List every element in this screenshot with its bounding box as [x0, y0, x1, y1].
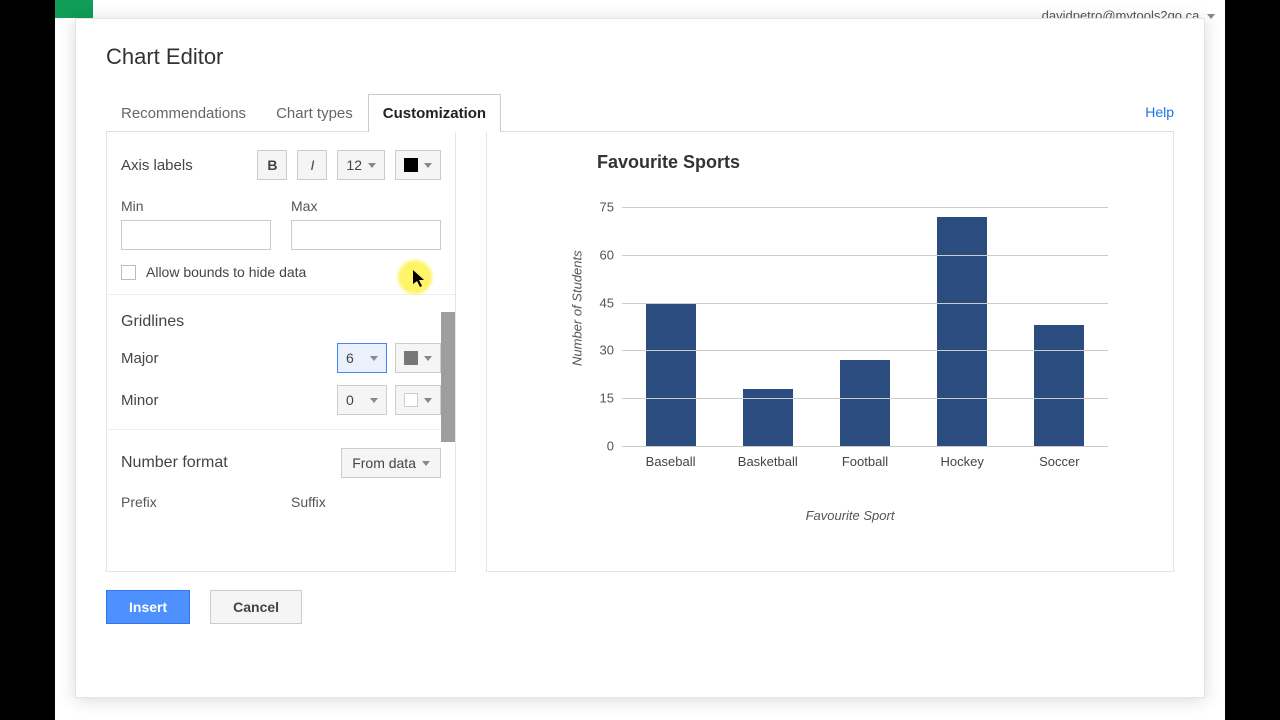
tabs: Recommendations Chart types Customizatio…: [106, 94, 1174, 132]
min-input[interactable]: [121, 220, 271, 250]
y-tick-label: 30: [600, 343, 622, 358]
chart-editor-dialog: Chart Editor Recommendations Chart types…: [75, 18, 1205, 698]
gridlines-heading: Gridlines: [121, 313, 441, 331]
chart-title: Favourite Sports: [597, 152, 1143, 173]
min-label: Min: [121, 198, 271, 214]
chart-preview: Favourite Sports Number of Students Base…: [486, 132, 1174, 572]
italic-button[interactable]: I: [297, 150, 327, 180]
y-axis-label: Number of Students: [570, 250, 585, 366]
plot-area: BaseballBasketballFootballHockeySoccer 0…: [622, 207, 1108, 446]
chevron-down-icon: [422, 461, 430, 466]
x-tick-label: Baseball: [636, 454, 706, 469]
major-color-select[interactable]: [395, 343, 441, 373]
x-tick-label: Soccer: [1024, 454, 1094, 469]
y-tick-label: 15: [600, 391, 622, 406]
major-count-value: 6: [346, 350, 354, 366]
dialog-title: Chart Editor: [106, 44, 1174, 70]
allow-bounds-label: Allow bounds to hide data: [146, 264, 306, 280]
minor-count-value: 0: [346, 392, 354, 408]
bar: [1034, 325, 1084, 446]
app-brand-corner: [55, 0, 93, 18]
color-swatch-icon: [404, 393, 418, 407]
y-tick-label: 45: [600, 295, 622, 310]
chevron-down-icon: [370, 356, 378, 361]
cancel-button[interactable]: Cancel: [210, 590, 302, 624]
y-tick-label: 75: [600, 200, 622, 215]
allow-bounds-checkbox[interactable]: [121, 265, 136, 280]
bar: [937, 217, 987, 446]
axis-labels-heading: Axis labels: [121, 157, 247, 174]
major-label: Major: [121, 350, 159, 367]
font-size-select[interactable]: 12: [337, 150, 385, 180]
x-tick-label: Basketball: [733, 454, 803, 469]
gridline: [622, 398, 1108, 399]
y-tick-label: 60: [600, 247, 622, 262]
gridline: [622, 255, 1108, 256]
prefix-label: Prefix: [121, 494, 271, 510]
number-format-heading: Number format: [121, 454, 228, 472]
chevron-down-icon: [370, 398, 378, 403]
insert-button[interactable]: Insert: [106, 590, 190, 624]
chevron-down-icon: [1207, 14, 1215, 19]
bar: [840, 360, 890, 446]
color-swatch-icon: [404, 351, 418, 365]
tab-chart-types[interactable]: Chart types: [261, 94, 368, 132]
scrollbar-thumb[interactable]: [441, 312, 455, 442]
major-count-select[interactable]: 6: [337, 343, 387, 373]
x-tick-label: Football: [830, 454, 900, 469]
tab-recommendations[interactable]: Recommendations: [106, 94, 261, 132]
gridline: [622, 303, 1108, 304]
x-axis-label: Favourite Sport: [557, 508, 1143, 523]
chevron-down-icon: [424, 163, 432, 168]
customization-panel: Axis labels B I 12: [106, 132, 456, 572]
suffix-label: Suffix: [291, 494, 441, 510]
chevron-down-icon: [424, 356, 432, 361]
bar: [646, 303, 696, 446]
minor-count-select[interactable]: 0: [337, 385, 387, 415]
minor-color-select[interactable]: [395, 385, 441, 415]
font-color-select[interactable]: [395, 150, 441, 180]
gridline: [622, 207, 1108, 208]
font-size-value: 12: [346, 157, 362, 173]
tab-customization[interactable]: Customization: [368, 94, 501, 132]
x-tick-label: Hockey: [927, 454, 997, 469]
minor-label: Minor: [121, 392, 159, 409]
number-format-select[interactable]: From data: [341, 448, 441, 478]
max-input[interactable]: [291, 220, 441, 250]
bold-button[interactable]: B: [257, 150, 287, 180]
chevron-down-icon: [424, 398, 432, 403]
gridline: [622, 350, 1108, 351]
max-label: Max: [291, 198, 441, 214]
gridline: [622, 446, 1108, 447]
color-swatch-icon: [404, 158, 418, 172]
number-format-value: From data: [352, 455, 416, 471]
chevron-down-icon: [368, 163, 376, 168]
help-link[interactable]: Help: [1145, 104, 1174, 120]
y-tick-label: 0: [607, 439, 622, 454]
